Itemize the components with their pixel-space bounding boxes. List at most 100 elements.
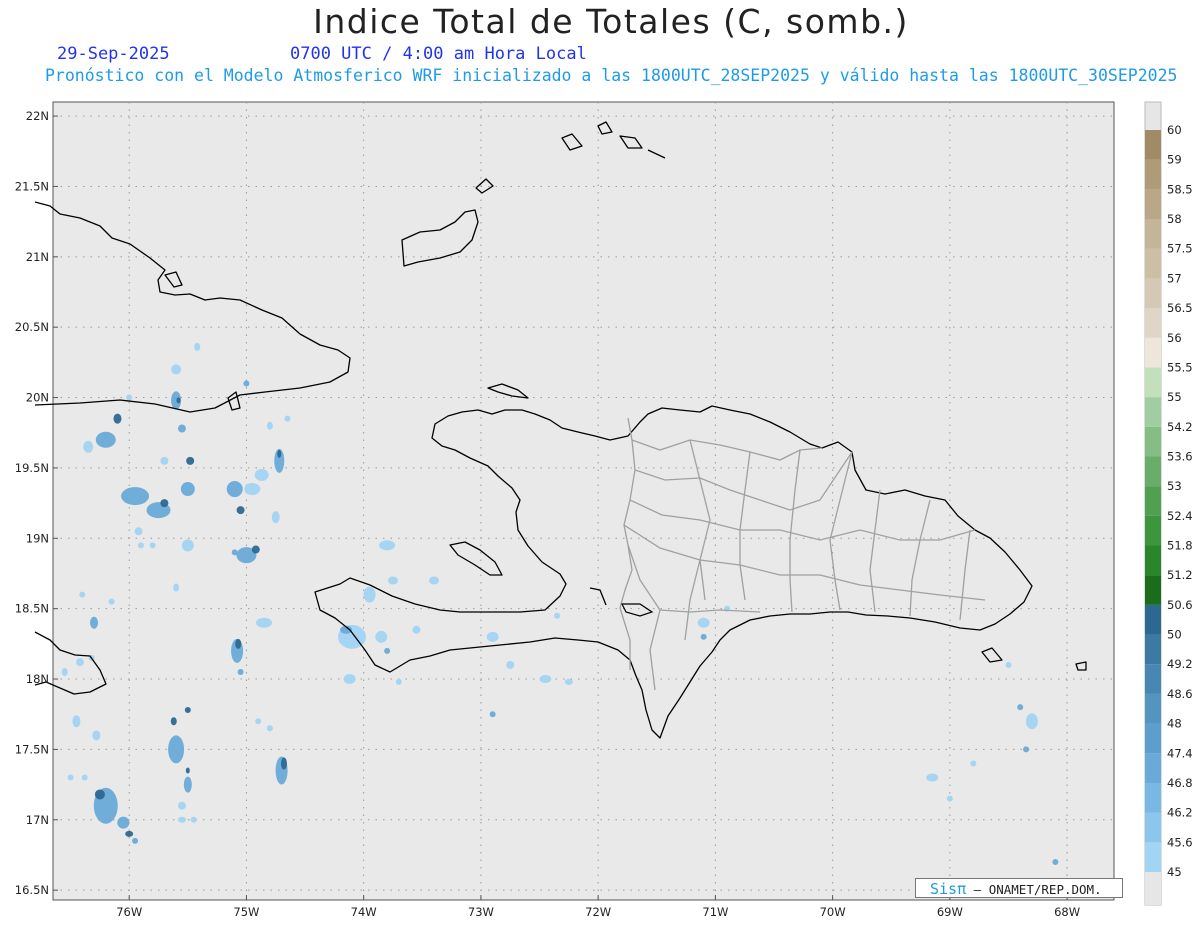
index-cell: [970, 760, 977, 767]
lat-label: 17.5N: [15, 742, 49, 756]
index-cell: [700, 633, 707, 640]
legend-label: 57.5: [1167, 242, 1193, 256]
credit-org: – ONAMET/REP.DOM.: [973, 882, 1102, 897]
legend-swatch: [1145, 604, 1161, 635]
legend-swatch: [1145, 812, 1161, 843]
index-cell: [946, 795, 953, 802]
legend-swatch: [1145, 486, 1161, 516]
legend-label: 55: [1167, 390, 1182, 404]
legend-label: 53: [1167, 479, 1182, 493]
index-cell: [254, 468, 269, 481]
legend-label: 58.5: [1167, 182, 1193, 196]
legend-swatch: [1145, 426, 1161, 457]
index-cell: [181, 539, 194, 552]
index-cell: [412, 625, 421, 634]
legend-swatch: [1145, 575, 1161, 605]
index-cell: [1005, 661, 1012, 668]
lon-label: 73W: [468, 905, 494, 919]
index-cell: [1052, 859, 1059, 865]
index-cell: [226, 481, 243, 498]
legend-swatch: [1145, 308, 1161, 338]
index-cell: [183, 776, 192, 793]
index-cell: [926, 773, 939, 782]
legend-label: 48.6: [1167, 687, 1193, 701]
index-cell: [363, 586, 376, 603]
index-cell: [277, 449, 282, 458]
index-cell: [173, 583, 180, 592]
index-cell: [280, 757, 287, 770]
lat-label: 18N: [26, 672, 49, 686]
index-cell: [231, 549, 238, 556]
index-cell: [1023, 746, 1030, 753]
lat-label: 18.5N: [15, 602, 49, 616]
index-cell: [180, 482, 195, 497]
lat-label: 22N: [26, 109, 49, 123]
index-cell: [81, 774, 88, 781]
legend-swatch: [1145, 753, 1161, 783]
legend-label: 49.2: [1167, 657, 1193, 671]
index-cell: [160, 456, 169, 465]
index-cell: [176, 397, 181, 404]
legend-swatch: [1145, 545, 1161, 576]
legend-label: 60: [1167, 123, 1182, 137]
lat-label: 21N: [26, 250, 49, 264]
legend-label: 57: [1167, 271, 1182, 285]
index-cell: [184, 707, 191, 713]
index-cell: [256, 617, 273, 628]
legend-under: [1145, 872, 1161, 905]
legend-label: 56.5: [1167, 301, 1193, 315]
legend-label: 47.4: [1167, 746, 1193, 760]
index-cell: [190, 816, 197, 823]
legend-label: 48: [1167, 717, 1182, 731]
index-cell: [75, 658, 84, 667]
index-cell: [117, 816, 130, 829]
legend-label: 56: [1167, 331, 1182, 345]
index-cell: [375, 630, 388, 643]
legend-swatch: [1145, 782, 1161, 813]
legend-label: 46.2: [1167, 806, 1193, 820]
index-cell: [177, 801, 186, 810]
legend-label: 58: [1167, 212, 1182, 226]
legend-label: 45.6: [1167, 835, 1193, 849]
legend-swatch: [1145, 515, 1161, 546]
legend-label: 46.8: [1167, 776, 1193, 790]
legend-label: 51.2: [1167, 568, 1193, 582]
index-cell: [149, 542, 156, 549]
lat-label: 20.5N: [15, 320, 49, 334]
legend-label: 50.6: [1167, 598, 1193, 612]
index-cell: [95, 431, 116, 448]
sispi-logo: Sisπ: [930, 880, 967, 898]
index-cell: [395, 678, 402, 685]
index-cell: [121, 487, 150, 506]
index-cell: [177, 816, 186, 823]
index-cell: [177, 424, 186, 433]
legend-swatch: [1145, 130, 1161, 160]
index-cell: [1017, 704, 1024, 711]
legend-swatch: [1145, 723, 1161, 754]
index-cell: [92, 730, 101, 741]
lon-label: 70W: [820, 905, 846, 919]
legend-swatch: [1145, 634, 1161, 665]
legend-swatch: [1145, 219, 1161, 249]
index-cell: [236, 506, 245, 515]
legend-swatch: [1145, 159, 1161, 190]
index-cell: [271, 511, 280, 524]
index-cell: [384, 647, 391, 654]
credit-box: Sisπ – ONAMET/REP.DOM.: [915, 878, 1123, 898]
index-cell: [94, 789, 105, 800]
index-cell: [186, 456, 195, 465]
legend-label: 52.4: [1167, 509, 1193, 523]
index-cell: [61, 668, 68, 676]
index-cell: [284, 415, 291, 422]
lon-label: 68W: [1054, 905, 1080, 919]
index-cell: [429, 576, 440, 585]
index-cell: [79, 591, 86, 598]
legend-label: 51.8: [1167, 539, 1193, 553]
index-cell: [506, 660, 515, 669]
index-cell: [489, 711, 496, 718]
legend-label: 59: [1167, 153, 1182, 167]
legend-swatch: [1145, 337, 1161, 368]
index-cell: [266, 421, 273, 430]
index-cell: [235, 638, 242, 649]
index-cell: [194, 342, 201, 351]
